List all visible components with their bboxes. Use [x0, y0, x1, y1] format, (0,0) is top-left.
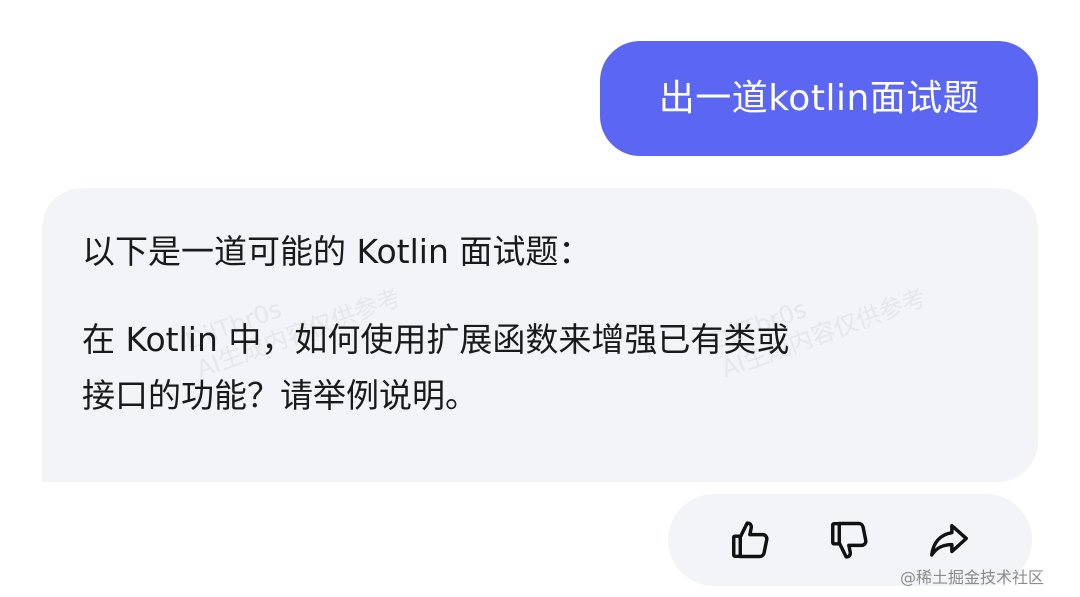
user-message-text: 出一道kotlin面试题: [658, 77, 980, 119]
thumbs-down-icon: [831, 521, 868, 559]
assistant-question-line: 接口的功能？请举例说明。: [82, 376, 478, 415]
assistant-message-bubble: DilTbr0s AI生成内容仅供参考 DilTbr0s AI生成内容仅供参考 …: [42, 188, 1038, 482]
assistant-intro-text: 以下是一道可能的 Kotlin 面试题：: [82, 232, 592, 271]
user-message-bubble: 出一道kotlin面试题: [600, 41, 1038, 156]
share-button[interactable]: [920, 511, 978, 569]
thumbs-up-icon: [732, 521, 769, 559]
assistant-question-line: 在 Kotlin 中，如何使用扩展函数来增强已有类或: [82, 320, 790, 359]
share-icon: [929, 523, 968, 557]
dislike-button[interactable]: [821, 511, 879, 569]
footer-watermark: @稀土掘金技术社区: [900, 568, 1045, 587]
like-button[interactable]: [722, 511, 780, 569]
